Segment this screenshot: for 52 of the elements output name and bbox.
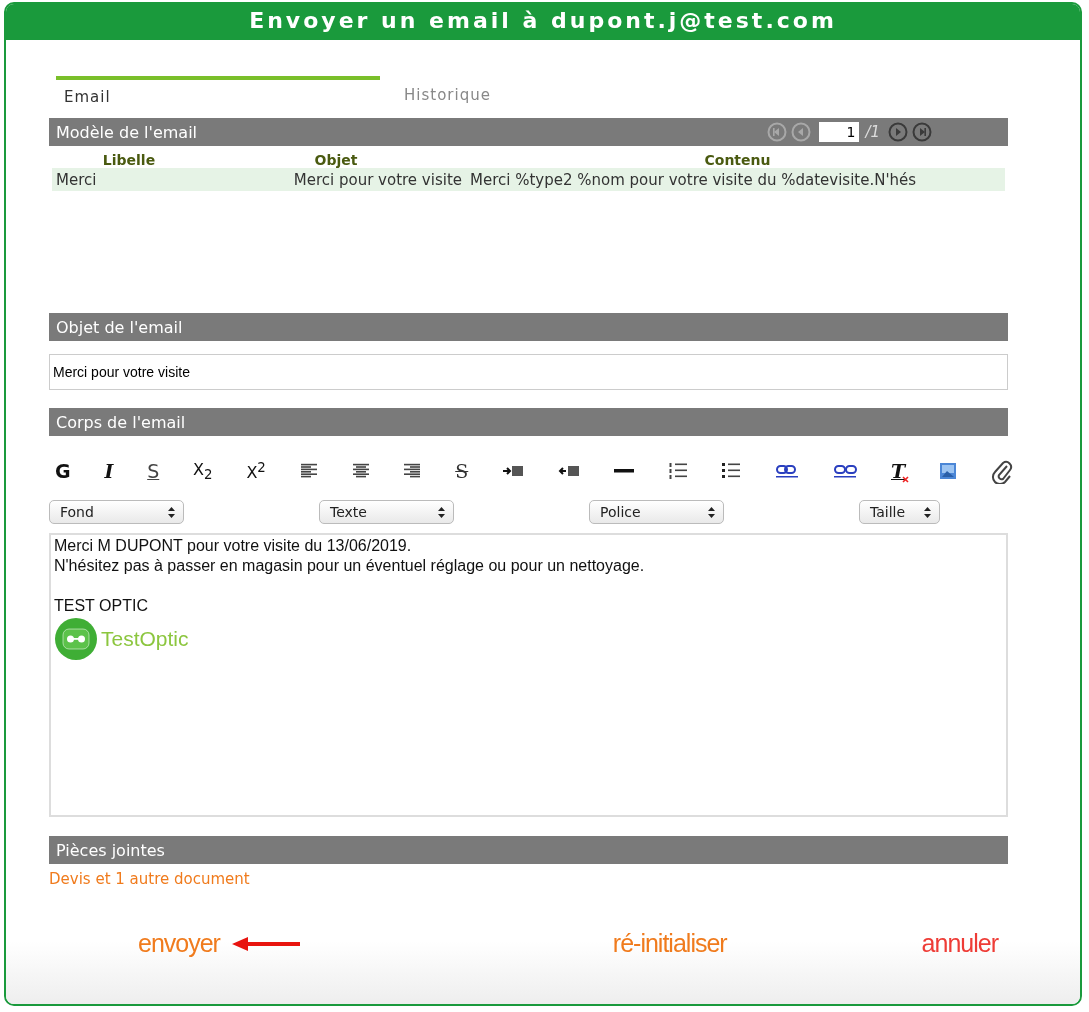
superscript-button[interactable]: X$^{2}$: [240, 455, 272, 487]
indent-icon: [502, 465, 525, 477]
align-center-icon: [351, 463, 370, 479]
underline-button[interactable]: S: [141, 455, 166, 487]
section-title: Pièces jointes: [56, 840, 165, 860]
updown-arrows-icon: [438, 506, 445, 518]
template-row[interactable]: Merci Merci pour votre visite Merci %type2 %nom pour votre visite du %datevisite.N'hés: [52, 168, 1005, 191]
body-text: Merci M DUPONT pour votre visite du 13/06/2019.: [54, 536, 413, 556]
cross-icon: [902, 476, 910, 483]
subscript-button[interactable]: X$_{2}$: [187, 455, 219, 487]
subject-field[interactable]: Merci pour votre visite: [49, 354, 1008, 390]
column-header: Objet: [313, 152, 359, 168]
table-cell-text: Merci: [55, 170, 98, 189]
strike-button[interactable]: S: [449, 455, 475, 487]
dropdown[interactable]: Texte: [319, 500, 454, 524]
section-title: Corps de l'email: [56, 412, 186, 432]
window-title: Envoyer un email à dupont.j@test.com: [6, 4, 1080, 40]
updown-arrows-icon: [924, 506, 931, 518]
column-header: Contenu: [703, 152, 772, 168]
tab[interactable]: Historique: [396, 76, 720, 118]
section-title: Objet de l'email: [56, 317, 183, 337]
logo-text: TestOptic: [101, 627, 189, 651]
page-total: /1: [865, 123, 880, 141]
next-page-icon[interactable]: [888, 122, 908, 142]
bold-button[interactable]: G: [49, 455, 77, 487]
paperclip-icon: [990, 458, 1013, 484]
updown-arrows-icon: [168, 506, 175, 518]
page-number-field[interactable]: 1: [819, 122, 860, 142]
body-text: N'hésitez pas à passer en magasin pour un éventuel réglage ou pour un nettoyage.: [54, 556, 646, 576]
section-title: Modèle de l'email: [56, 122, 198, 142]
body-editor[interactable]: Merci M DUPONT pour votre visite du 13/06/2019. N'hésitez pas à passer en magasin pour un éventuel réglage ou pour un nettoyage. TEST OPTIC TestOptic: [49, 533, 1008, 817]
align-right-icon: [403, 463, 422, 479]
dropdown[interactable]: Police: [589, 500, 724, 524]
clear-format-button[interactable]: T: [885, 455, 912, 487]
dropdown[interactable]: Taille: [859, 500, 940, 524]
dropdown[interactable]: Fond: [49, 500, 184, 524]
updown-arrows-icon: [708, 506, 715, 518]
glasses-logo-icon: [54, 617, 98, 661]
last-page-icon[interactable]: [912, 122, 932, 142]
link-icon: [775, 464, 800, 478]
action-link[interactable]: annuler: [919, 929, 1000, 958]
signature-text: TEST OPTIC: [54, 596, 149, 616]
ordered-list-icon: [667, 462, 688, 480]
unlink-icon: [833, 464, 858, 478]
image-icon: [939, 462, 957, 480]
bullet-list-icon: [721, 462, 742, 480]
table-cell-text: Merci %type2 %nom pour votre visite du %datevisite.N'hés: [470, 170, 918, 189]
table-cell-text: Merci pour votre visite: [292, 170, 463, 189]
column-header: Libelle: [101, 152, 157, 168]
italic-button[interactable]: I: [98, 455, 120, 487]
align-left-icon: [299, 463, 318, 479]
outdent-icon: [557, 465, 580, 477]
